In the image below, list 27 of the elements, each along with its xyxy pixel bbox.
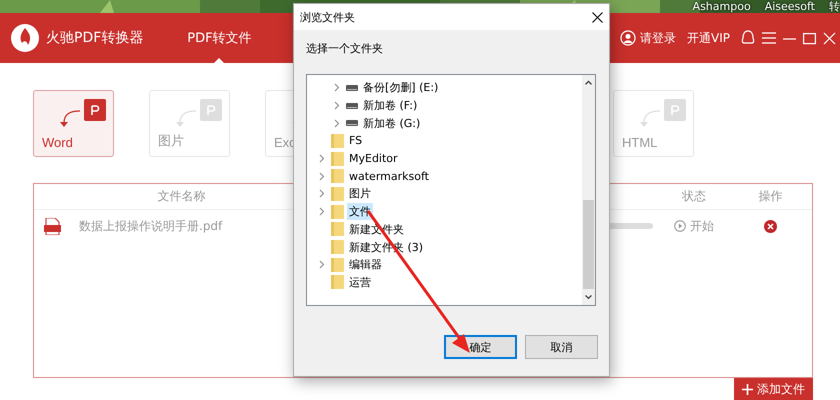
tree-item[interactable]: 图片 <box>347 185 373 202</box>
tree-item[interactable]: 编辑器 <box>347 256 384 274</box>
desktop-icon-label[interactable]: 转 <box>829 0 840 13</box>
file-name: 数据上报操作说明手册.pdf <box>79 218 222 234</box>
dialog-title: 浏览文件夹 <box>300 10 355 24</box>
add-file-button[interactable]: 添加文件 <box>734 378 813 400</box>
dialog-button[interactable]: 取消 <box>525 335 598 359</box>
vip-link[interactable]: 开通VIP <box>687 30 730 46</box>
dialog-button[interactable]: 确定 <box>444 335 517 359</box>
tree-item[interactable]: watermarksoft <box>347 168 431 184</box>
tree-item[interactable]: 文件 <box>347 203 373 220</box>
nav-tab[interactable]: PDF转文件 <box>187 13 252 63</box>
login-link[interactable]: 请登录 <box>640 30 676 46</box>
tree-item[interactable]: 备份[勿删] (E:) <box>361 79 440 96</box>
desktop-icon-label[interactable]: Ashampoo <box>692 0 751 13</box>
tree-item[interactable]: 新加卷 (F:) <box>361 97 420 114</box>
desktop-icon-label[interactable]: Aiseesoft <box>764 0 815 13</box>
column-header: 状态 <box>682 188 706 205</box>
tree-item[interactable]: FS <box>347 133 364 148</box>
column-header: 操作 <box>758 188 782 205</box>
dialog-prompt: 选择一个文件夹 <box>305 41 384 57</box>
tree-item[interactable]: 运营 <box>347 274 373 291</box>
format-card[interactable]: Word <box>33 90 114 157</box>
tree-item[interactable]: 新加卷 (G:) <box>361 114 422 132</box>
app-title: 火驰PDF转换器 <box>46 29 144 47</box>
column-header: 文件名称 <box>158 188 206 205</box>
tree-item[interactable]: MyEditor <box>347 151 400 166</box>
